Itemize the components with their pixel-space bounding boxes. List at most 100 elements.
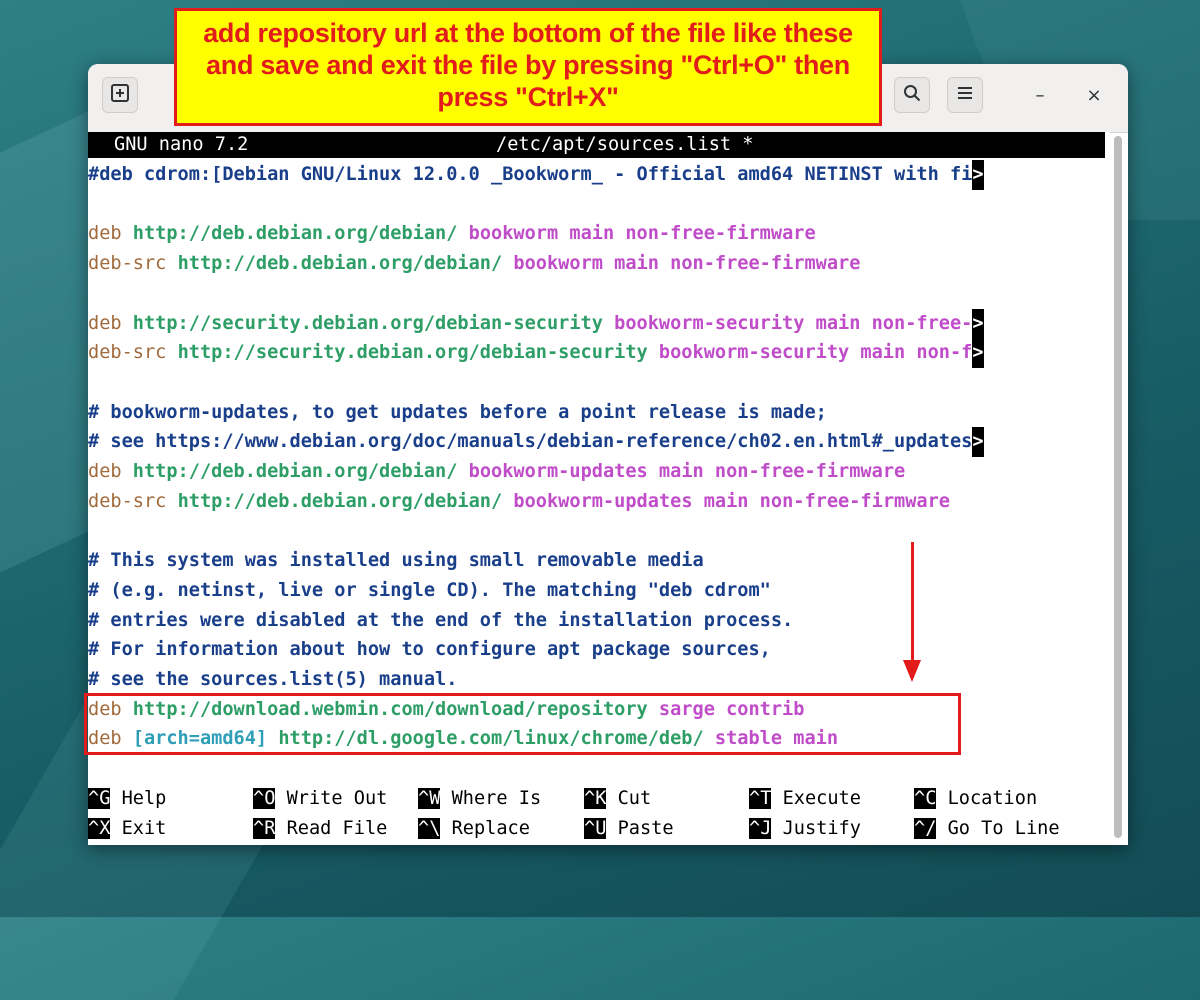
shortcut-key: ^T: [749, 788, 772, 809]
line-token: deb: [88, 312, 133, 334]
line-token: http://deb.debian.org/debian/: [132, 223, 469, 245]
editor-line[interactable]: deb-src http://deb.debian.org/debian/ bo…: [88, 249, 860, 279]
shortcut-item[interactable]: ^O Write Out: [253, 784, 387, 814]
shortcut-item[interactable]: ^R Read File: [253, 814, 387, 844]
minimize-icon: –: [1035, 84, 1045, 106]
line-token: # entries were disabled at the end of th…: [88, 609, 794, 631]
shortcut-item[interactable]: ^K Cut: [584, 784, 651, 814]
editor-line[interactable]: deb-src http://security.debian.org/debia…: [88, 338, 984, 369]
shortcut-label: Where Is: [440, 788, 542, 809]
editor-line[interactable]: # (e.g. netinst, live or single CD). The…: [88, 576, 771, 606]
line-token: http://deb.debian.org/debian/: [177, 490, 514, 512]
search-button[interactable]: [894, 77, 930, 113]
line-token: # see https://www.debian.org/doc/manuals…: [88, 431, 973, 453]
shortcut-label: Justify: [771, 818, 861, 839]
shortcut-item[interactable]: ^J Justify: [749, 814, 861, 844]
shortcut-item[interactable]: ^X Exit: [88, 814, 166, 844]
line-token: bookworm-updates main non-free-firmware: [468, 461, 906, 482]
shortcut-item[interactable]: ^W Where Is: [418, 784, 541, 814]
minimize-button[interactable]: –: [1022, 77, 1058, 113]
shortcut-key: ^K: [584, 788, 607, 809]
editor-line[interactable]: # For information about how to configure…: [88, 635, 771, 665]
menu-button[interactable]: [947, 77, 983, 113]
line-token: http://deb.debian.org/debian/: [132, 461, 469, 482]
line-overflow-marker: >: [972, 160, 984, 190]
new-tab-button[interactable]: [102, 77, 138, 113]
shortcut-label: Execute: [771, 788, 861, 809]
nano-version: GNU nano 7.2: [114, 134, 249, 155]
line-token: http://security.debian.org/debian-securi…: [132, 312, 615, 334]
line-token: bookworm main non-free-firmware: [513, 253, 861, 275]
shortcut-label: Help: [110, 788, 167, 809]
shortcut-key: ^/: [914, 818, 937, 839]
line-token: deb: [88, 461, 133, 482]
line-token: # see the sources.list(5) manual.: [88, 668, 458, 690]
line-token: deb-src: [88, 342, 178, 364]
line-token: bookworm-security main non-f: [658, 342, 973, 364]
shortcut-label: Read File: [275, 818, 388, 839]
line-token: # For information about how to configure…: [88, 639, 771, 661]
editor-line[interactable]: deb http://deb.debian.org/debian/ bookwo…: [88, 219, 816, 249]
shortcut-key: ^U: [584, 818, 607, 839]
callout-line: add repository url at the bottom of the …: [203, 18, 853, 48]
line-token: deb: [88, 223, 133, 245]
line-token: bookworm-security main non-free-: [614, 312, 973, 334]
shortcut-label: Exit: [110, 818, 167, 839]
shortcut-key: ^\: [418, 818, 441, 839]
shortcut-item[interactable]: ^U Paste: [584, 814, 674, 844]
line-token: # (e.g. netinst, live or single CD). The…: [88, 579, 771, 601]
line-token: #deb cdrom:[Debian GNU/Linux 12.0.0 _Boo…: [88, 164, 973, 185]
shortcut-item[interactable]: ^\ Replace: [418, 814, 530, 844]
shortcut-item[interactable]: ^T Execute: [749, 784, 861, 814]
shortcut-key: ^R: [253, 818, 276, 839]
shortcut-key: ^X: [88, 818, 111, 839]
editor-line[interactable]: # see the sources.list(5) manual.: [88, 665, 457, 695]
shortcut-label: Cut: [606, 788, 652, 809]
line-token: bookworm-updates main non-free-firmware: [513, 490, 950, 512]
shortcut-label: Replace: [440, 818, 530, 839]
editor-line[interactable]: deb http://security.debian.org/debian-se…: [88, 308, 984, 339]
shortcut-item[interactable]: ^G Help: [88, 784, 166, 814]
shortcut-key: ^O: [253, 788, 276, 809]
editor-line[interactable]: # This system was installed using small …: [88, 546, 704, 576]
file-name: /etc/apt/sources.list *: [496, 134, 754, 155]
annotation-arrow-head: [903, 660, 921, 682]
plus-box-icon: [110, 83, 130, 107]
line-token: http://deb.debian.org/debian/: [177, 253, 514, 275]
shortcut-label: Write Out: [275, 788, 388, 809]
nano-titlebar: GNU nano 7.2 /etc/apt/sources.list *: [88, 132, 1105, 158]
editor-line[interactable]: deb http://deb.debian.org/debian/ bookwo…: [88, 457, 905, 487]
highlight-box: [84, 693, 961, 755]
editor-line[interactable]: deb-src http://deb.debian.org/debian/ bo…: [88, 487, 950, 517]
line-token: deb-src: [88, 490, 178, 512]
shortcut-key: ^G: [88, 788, 111, 809]
editor-line[interactable]: # see https://www.debian.org/doc/manuals…: [88, 427, 984, 458]
shortcut-item[interactable]: ^/ Go To Line: [914, 814, 1060, 844]
line-token: # This system was installed using small …: [88, 550, 704, 572]
line-overflow-marker: >: [972, 427, 984, 458]
shortcut-label: Paste: [606, 818, 674, 839]
editor-line[interactable]: # entries were disabled at the end of th…: [88, 606, 793, 636]
shortcut-item[interactable]: ^C Location: [914, 784, 1037, 814]
search-icon: [902, 83, 922, 107]
shortcut-key: ^C: [914, 788, 937, 809]
line-overflow-marker: >: [972, 338, 984, 369]
line-token: # bookworm-updates, to get updates befor…: [88, 401, 827, 423]
close-icon: ×: [1086, 84, 1102, 106]
line-token: http://security.debian.org/debian-securi…: [177, 342, 659, 364]
shortcut-label: Go To Line: [936, 818, 1060, 839]
line-token: deb-src: [88, 253, 178, 275]
annotation-arrow: [911, 542, 914, 664]
close-button[interactable]: ×: [1076, 77, 1112, 113]
line-token: bookworm main non-free-firmware: [468, 223, 816, 245]
shortcut-key: ^W: [418, 788, 441, 809]
line-overflow-marker: >: [972, 308, 984, 339]
shortcut-key: ^J: [749, 818, 772, 839]
hamburger-menu-icon: [955, 83, 975, 107]
callout-line: press "Ctrl+X": [437, 82, 619, 112]
editor-line[interactable]: # bookworm-updates, to get updates befor…: [88, 398, 827, 428]
editor-line[interactable]: #deb cdrom:[Debian GNU/Linux 12.0.0 _Boo…: [88, 160, 984, 190]
callout-line: and save and exit the file by pressing "…: [206, 50, 850, 80]
instruction-callout: add repository url at the bottom of the …: [174, 8, 882, 126]
scrollbar[interactable]: [1114, 136, 1122, 838]
